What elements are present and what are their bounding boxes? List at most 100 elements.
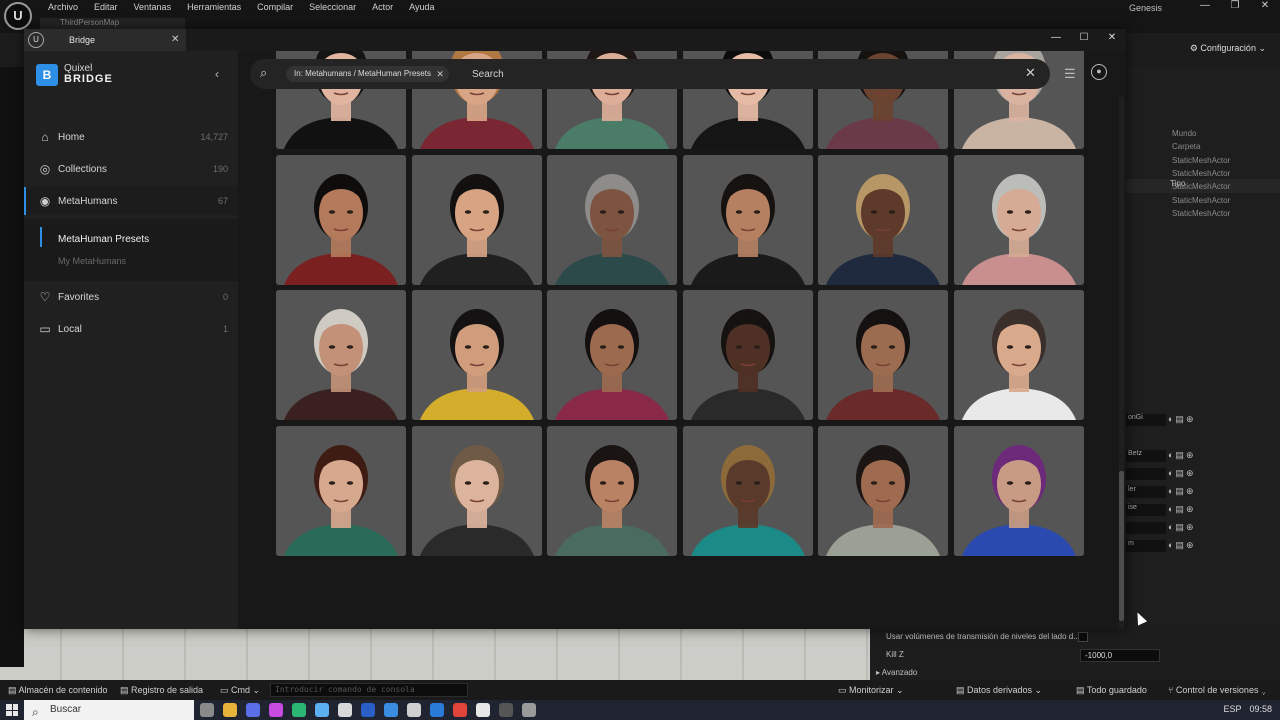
details-dropdown[interactable] (1126, 468, 1166, 480)
nav-favorites[interactable]: ♡ Favorites 0 (24, 283, 238, 311)
taskbar-app-icon[interactable] (269, 703, 283, 717)
clear-search-icon[interactable]: ✕ (1025, 65, 1036, 81)
menu-ayuda[interactable]: Ayuda (401, 2, 442, 12)
nav-home[interactable]: ⌂ Home 14,727 (24, 123, 238, 151)
metahuman-preset-card[interactable] (411, 290, 542, 420)
details-row-icons[interactable]: ◐▤⊕ (1168, 414, 1195, 425)
taskbar-app-icon[interactable] (407, 703, 421, 717)
details-dropdown[interactable]: m (1126, 540, 1166, 552)
details-dropdown[interactable]: ler (1126, 486, 1166, 498)
collapse-sidebar-icon[interactable]: ‹ (215, 67, 219, 81)
filter-chip[interactable]: In: Metahumans / MetaHuman Presets ✕ (286, 66, 449, 82)
taskbar-app-icon[interactable] (499, 703, 513, 717)
unreal-logo-icon[interactable]: U (4, 2, 32, 30)
details-dropdown[interactable]: ise (1126, 504, 1166, 516)
metahuman-preset-card[interactable] (682, 290, 813, 420)
remove-filter-icon[interactable]: ✕ (436, 66, 444, 82)
settings-button[interactable]: ⚙ Configuración ⌄ (1190, 43, 1266, 54)
metahuman-preset-card[interactable] (547, 154, 677, 285)
metahuman-preset-card[interactable] (547, 290, 677, 420)
outliner-type[interactable]: Mundo (1172, 129, 1196, 138)
taskbar-app-icon[interactable] (476, 703, 490, 717)
bridge-tab[interactable]: U Bridge ✕ (24, 29, 186, 51)
subnav-metahuman-presets[interactable]: MetaHuman Presets (58, 234, 149, 245)
details-row-icons[interactable]: ◐▤⊕ (1168, 504, 1195, 515)
metahuman-preset-card[interactable] (682, 425, 813, 556)
cmd-dropdown[interactable]: ▭ Cmd ⌄ (220, 685, 260, 696)
killz-field[interactable]: -1000,0 (1080, 649, 1160, 662)
language-indicator[interactable]: ESP (1223, 704, 1241, 714)
metahuman-preset-card[interactable] (682, 154, 813, 285)
taskbar-app-icon[interactable] (200, 703, 214, 717)
menu-herramientas[interactable]: Herramientas (179, 2, 249, 12)
restore-icon[interactable]: ❐ (1220, 0, 1250, 11)
menu-compilar[interactable]: Compilar (249, 2, 301, 12)
metahuman-preset-card[interactable] (953, 290, 1084, 420)
minimize-icon[interactable]: — (1190, 0, 1220, 11)
outliner-type[interactable]: StaticMeshActor (1172, 209, 1230, 218)
menu-editar[interactable]: Editar (86, 2, 126, 12)
console-command-input[interactable]: Introducir comando de consola (270, 683, 468, 697)
taskbar-app-icon[interactable] (430, 703, 444, 717)
metahuman-preset-card[interactable] (818, 425, 948, 556)
outliner-type[interactable]: Carpeta (1172, 142, 1200, 151)
details-row-icons[interactable]: ◐▤⊕ (1168, 450, 1195, 461)
metahuman-preset-card[interactable] (411, 154, 542, 285)
taskbar-app-icon[interactable] (315, 703, 329, 717)
minimize-icon[interactable]: — (1048, 32, 1064, 43)
outliner-type[interactable]: StaticMeshActor (1172, 156, 1230, 165)
metahuman-preset-card[interactable] (276, 290, 406, 420)
nav-collections[interactable]: ◎ Collections 190 (24, 155, 238, 183)
scrollbar-thumb[interactable] (1119, 471, 1124, 621)
metahuman-preset-card[interactable] (411, 425, 542, 556)
search-bar[interactable]: ⌕ In: Metahumans / MetaHuman Presets ✕ ✕ (250, 59, 1050, 89)
outliner-type[interactable]: StaticMeshActor (1172, 196, 1230, 205)
details-dropdown[interactable] (1126, 522, 1166, 534)
taskbar-app-icon[interactable] (453, 703, 467, 717)
close-tab-icon[interactable]: ✕ (171, 34, 179, 45)
menu-actor[interactable]: Actor (364, 2, 401, 12)
content-drawer-button[interactable]: ▤ Almacén de contenido (8, 685, 108, 696)
taskbar-app-icon[interactable] (292, 703, 306, 717)
metahuman-preset-card[interactable] (818, 290, 948, 420)
taskbar-app-icon[interactable] (384, 703, 398, 717)
menu-ventanas[interactable]: Ventanas (126, 2, 180, 12)
taskbar-app-icon[interactable] (338, 703, 352, 717)
taskbar-app-icon[interactable] (246, 703, 260, 717)
save-all-button[interactable]: ▤ Todo guardado (1076, 685, 1147, 696)
clock[interactable]: 09:58 (1249, 704, 1272, 714)
nav-metahumans[interactable]: ◉ MetaHumans 67 (24, 187, 238, 215)
taskbar-search[interactable]: ⌕ Buscar (24, 700, 194, 720)
metahuman-preset-card[interactable] (547, 425, 677, 556)
outliner-type[interactable]: StaticMeshActor (1172, 182, 1230, 191)
taskbar-app-icon[interactable] (223, 703, 237, 717)
derived-data-dropdown[interactable]: ▤ Datos derivados ⌄ (956, 685, 1042, 696)
menu-archivo[interactable]: Archivo (40, 2, 86, 12)
metahuman-preset-card[interactable] (276, 425, 406, 556)
metahuman-preset-card[interactable] (276, 154, 406, 285)
monitor-dropdown[interactable]: ▭ Monitorizar ⌄ (838, 685, 904, 696)
details-row-icons[interactable]: ◐▤⊕ (1168, 522, 1195, 533)
details-dropdown[interactable]: Betz (1126, 450, 1166, 462)
search-input[interactable] (472, 66, 972, 82)
metahuman-preset-card[interactable] (953, 154, 1084, 285)
details-dropdown[interactable]: onGi (1126, 414, 1166, 426)
output-log-button[interactable]: ▤ Registro de salida (120, 685, 203, 696)
maximize-icon[interactable]: ☐ (1076, 32, 1092, 43)
filter-icon[interactable]: ☰ (1064, 66, 1076, 82)
advanced-expander[interactable]: ▸ Avanzado (876, 668, 917, 677)
outliner-type[interactable]: StaticMeshActor (1172, 169, 1230, 178)
details-row-icons[interactable]: ◐▤⊕ (1168, 540, 1195, 551)
taskbar-app-icon[interactable] (522, 703, 536, 717)
subnav-my-metahumans[interactable]: My MetaHumans (58, 256, 126, 266)
details-row-icons[interactable]: ◐▤⊕ (1168, 486, 1195, 497)
start-button[interactable] (6, 704, 18, 716)
taskbar-app-icon[interactable] (361, 703, 375, 717)
close-icon[interactable]: ✕ (1250, 0, 1280, 11)
details-row-icons[interactable]: ◐▤⊕ (1168, 468, 1195, 479)
metahuman-preset-card[interactable] (953, 425, 1084, 556)
menu-seleccionar[interactable]: Seleccionar (301, 2, 364, 12)
source-control-dropdown[interactable]: ⑂ Control de versiones ⌄ (1168, 685, 1266, 695)
account-icon[interactable]: ● (1091, 64, 1107, 80)
close-icon[interactable]: ✕ (1104, 32, 1120, 43)
